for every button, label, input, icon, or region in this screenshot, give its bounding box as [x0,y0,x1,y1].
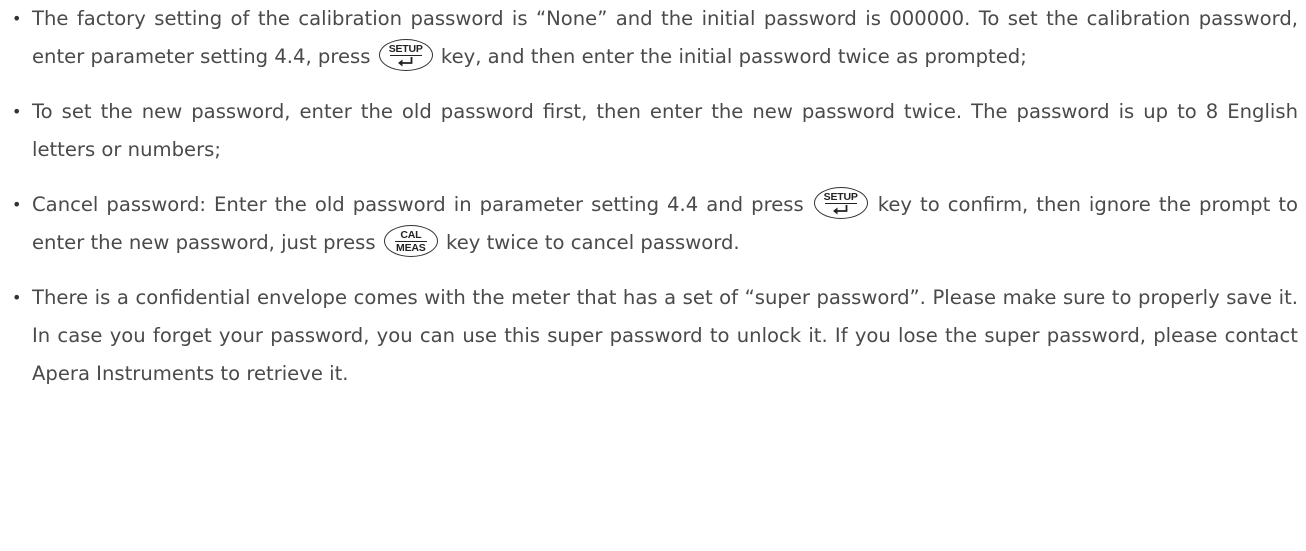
password-instructions-list: • The factory setting of the calibration… [12,0,1298,393]
bullet-text: key, and then enter the initial password… [434,45,1027,68]
bullet-item-new-password: • To set the new password, enter the old… [12,93,1298,169]
setup-key-label: SETUP [388,42,423,55]
bullet-dot-icon: • [12,102,22,121]
bullet-item-super-password: • There is a confidential envelope comes… [12,279,1298,393]
setup-key-icon: SETUP [378,38,433,71]
bullet-item-cancel-password: • Cancel password: Enter the old passwor… [12,186,1298,262]
bullet-text: There is a confidential envelope comes w… [32,286,1298,385]
setup-key-icon: SETUP [813,186,868,219]
bullet-text: Cancel password: Enter the old password … [32,193,812,216]
cal-key-label: CAL [400,228,422,241]
enter-arrow-icon [832,204,848,214]
meas-key-label: MEAS [396,241,426,254]
bullet-dot-icon: • [12,288,22,307]
document-page: • The factory setting of the calibration… [0,0,1306,551]
bullet-dot-icon: • [12,195,22,214]
setup-key-label: SETUP [823,190,858,203]
cal-meas-key-icon: CAL MEAS [383,224,438,257]
bullet-dot-icon: • [12,9,22,28]
bullet-text: To set the new password, enter the old p… [32,100,1298,161]
bullet-item-factory-setting: • The factory setting of the calibration… [12,0,1298,76]
bullet-text: key twice to cancel password. [439,231,740,254]
enter-arrow-icon [397,56,413,66]
